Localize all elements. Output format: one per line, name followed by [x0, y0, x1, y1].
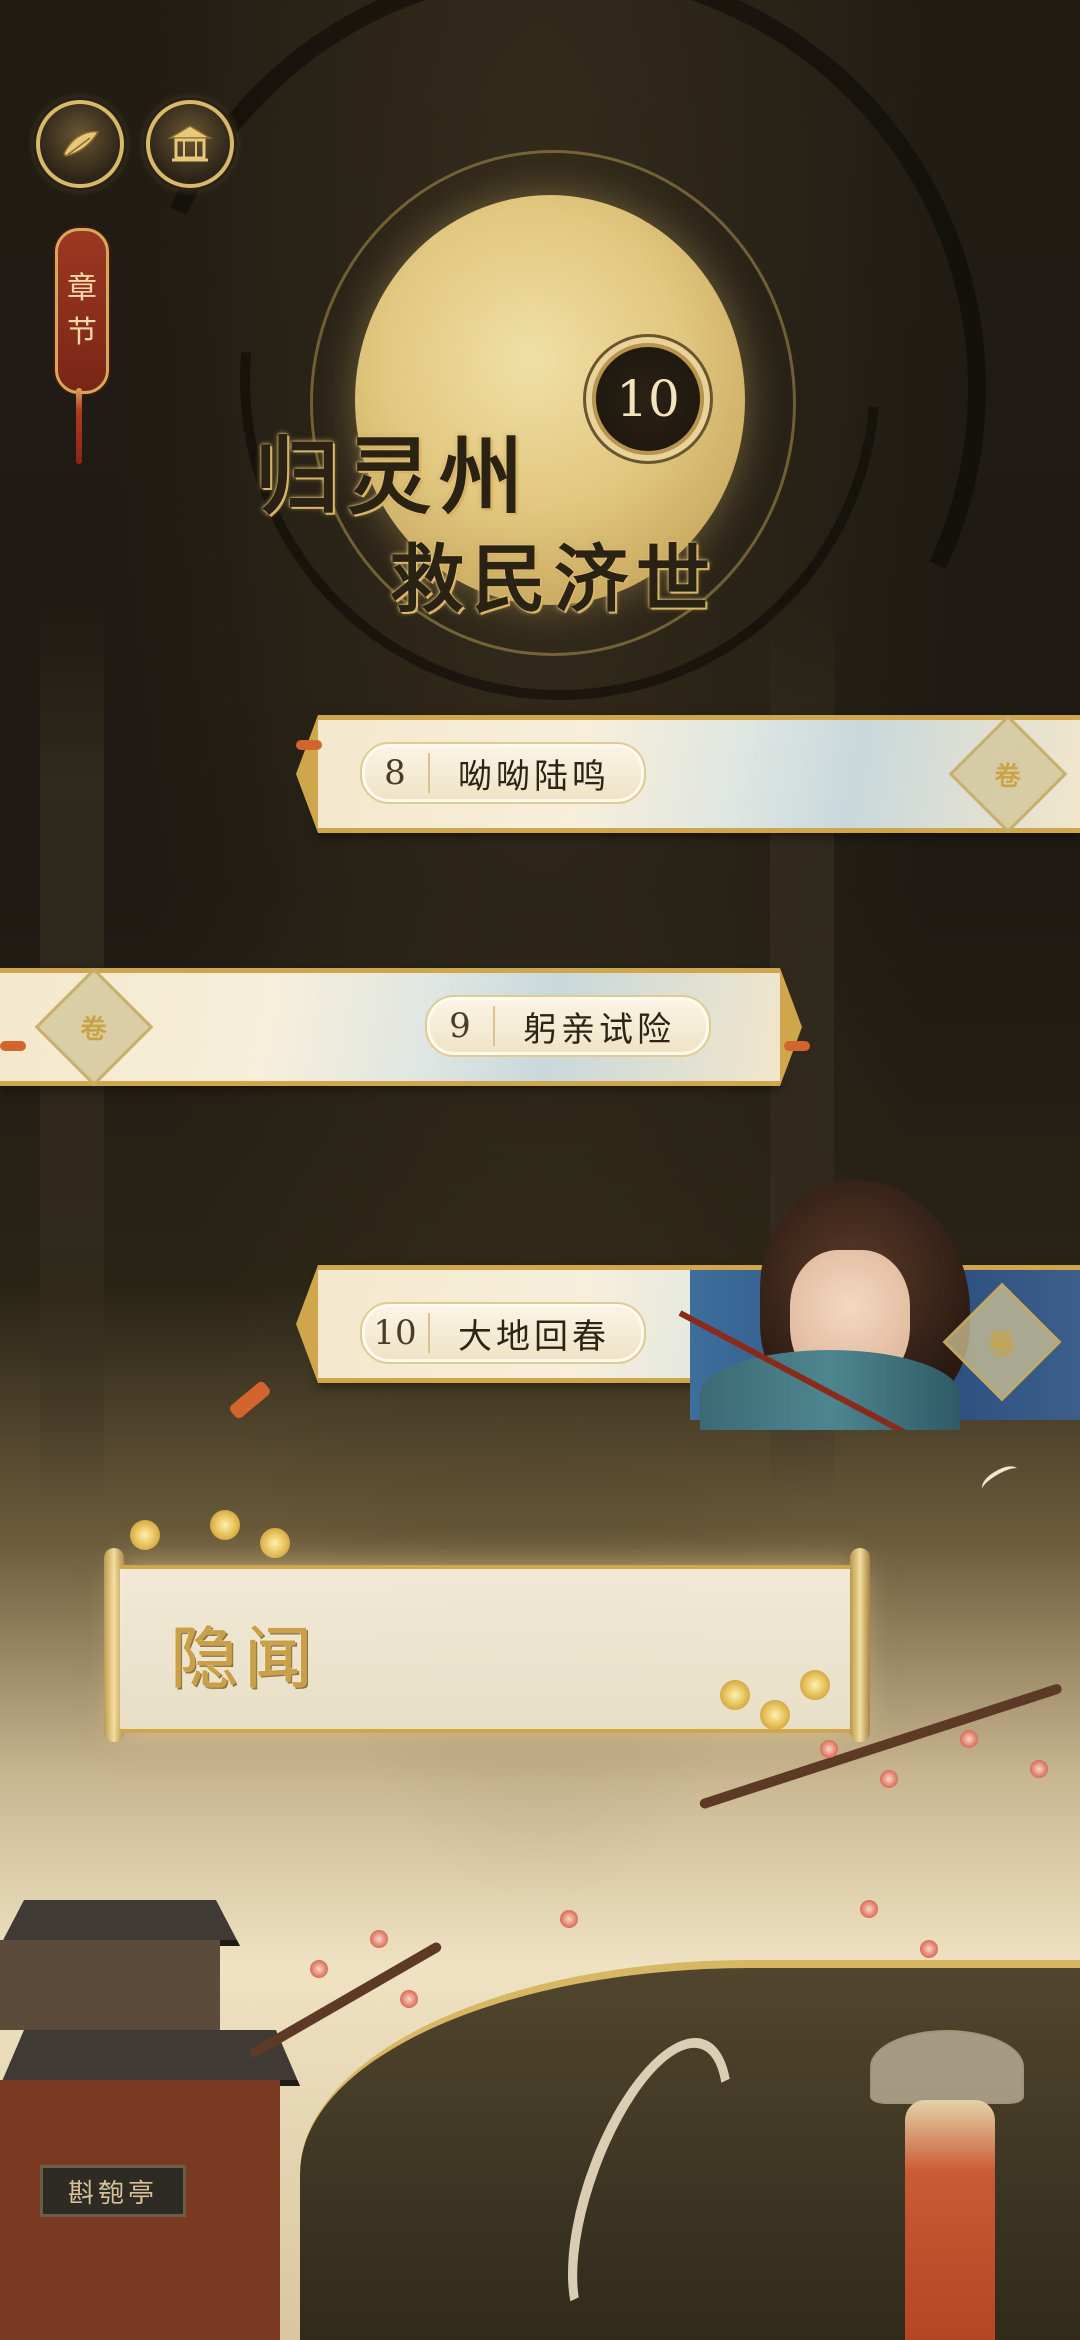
blossom	[880, 1770, 898, 1788]
flower-decoration	[260, 1528, 290, 1558]
blossom	[920, 1940, 938, 1958]
flower-decoration	[210, 1510, 240, 1540]
flower-decoration	[800, 1670, 830, 1700]
card-pin	[0, 1041, 26, 1051]
side-story-scroll[interactable]: 隐闻	[120, 1565, 860, 1733]
chapter-pill: 8 呦呦陆鸣	[360, 742, 646, 804]
chapter-select-screen: 章 节 10 归灵州 救民济世 8 呦呦陆鸣 卷 卷 9 躬亲试险 10 大地回…	[0, 0, 1080, 2340]
blossom	[370, 1930, 388, 1948]
card-pin	[296, 740, 322, 750]
pavilion-icon	[167, 125, 213, 162]
chapter-tag-char: 节	[67, 315, 97, 350]
flower-decoration	[720, 1680, 750, 1710]
feather-button[interactable]	[36, 100, 124, 188]
flower-decoration	[130, 1520, 160, 1550]
pavilion-body	[0, 1940, 220, 2030]
blossom	[820, 1740, 838, 1758]
lady-character	[870, 2030, 1024, 2340]
pavilion-roof	[0, 2030, 300, 2086]
chapter-seal-icon: 卷	[34, 967, 154, 1087]
chapter-name: 呦呦陆鸣	[458, 756, 610, 797]
blossom	[310, 1960, 328, 1978]
blossom	[1030, 1760, 1048, 1778]
chapter-tag-char: 章	[67, 271, 97, 306]
chapter-number: 9	[427, 1006, 495, 1046]
tassel-decoration	[76, 388, 82, 464]
chapter-title-line1: 归灵州	[255, 427, 532, 526]
card-pin	[784, 1041, 810, 1051]
chapter-tag-button[interactable]: 章 节	[55, 228, 109, 394]
side-story-title: 隐闻	[170, 1620, 319, 1699]
pavilion-sign: 斟匏亭	[40, 2165, 186, 2217]
bird-decoration	[978, 1461, 1022, 1497]
bird-decoration	[530, 1570, 570, 1588]
pavilion-button[interactable]	[146, 100, 234, 188]
chapter-pill: 9 躬亲试险	[425, 995, 711, 1057]
blossom	[960, 1730, 978, 1748]
flower-decoration	[760, 1700, 790, 1730]
chapter-seal-icon: 卷	[948, 714, 1068, 834]
tassel-pin	[228, 1379, 272, 1421]
blossom	[860, 1900, 878, 1918]
chapter-card-9[interactable]: 卷 9 躬亲试险	[0, 967, 802, 1087]
chapter-name: 躬亲试险	[523, 1009, 675, 1050]
chapter-pill: 10 大地回春	[360, 1302, 646, 1364]
chapter-number: 8	[362, 753, 430, 793]
scroll-roller	[850, 1548, 870, 1742]
blossom	[560, 1910, 578, 1928]
feather-icon	[63, 130, 100, 157]
chapter-name: 大地回春	[458, 1316, 610, 1357]
chapter-number: 10	[362, 1313, 430, 1353]
chapter-number-badge: 10	[592, 343, 704, 455]
chapter-card-8[interactable]: 8 呦呦陆鸣 卷	[296, 714, 1080, 834]
blossom	[400, 1990, 418, 2008]
chapter-title-line2: 救民济世	[390, 537, 718, 623]
